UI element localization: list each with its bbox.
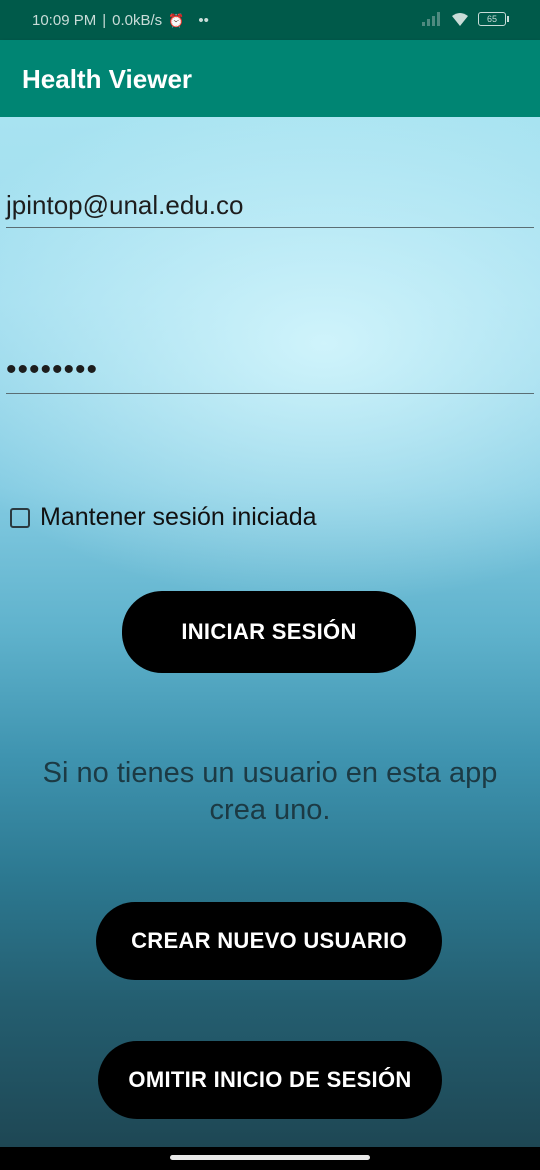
home-indicator[interactable]: [170, 1155, 370, 1160]
navigation-bar: [0, 1147, 540, 1170]
no-account-message: Si no tienes un usuario en esta app crea…: [0, 755, 540, 829]
network-speed: 0.0kB/s: [112, 12, 163, 29]
create-user-button[interactable]: CREAR NUEVO USUARIO: [96, 902, 442, 980]
keep-session-row[interactable]: Mantener sesión iniciada: [10, 503, 317, 532]
login-screen: jpintop@unal.edu.co •••••••• Mantener se…: [0, 117, 540, 1147]
app-title: Health Viewer: [22, 64, 193, 94]
email-field[interactable]: jpintop@unal.edu.co: [6, 187, 534, 228]
skip-login-button-label: OMITIR INICIO DE SESIÓN: [128, 1067, 412, 1092]
battery-icon: 65: [478, 12, 509, 26]
wifi-icon: [452, 13, 468, 26]
email-value: jpintop@unal.edu.co: [6, 190, 244, 220]
status-separator: |: [102, 12, 107, 29]
keep-session-checkbox[interactable]: [10, 507, 30, 528]
create-user-button-label: CREAR NUEVO USUARIO: [131, 928, 407, 953]
keep-session-label: Mantener sesión iniciada: [40, 503, 317, 531]
no-account-line-1: Si no tienes un usuario en esta app: [42, 757, 498, 789]
no-account-line-2: crea uno.: [209, 794, 331, 826]
password-value: ••••••••: [6, 353, 99, 386]
skip-login-button[interactable]: OMITIR INICIO DE SESIÓN: [98, 1041, 442, 1119]
status-bar: 10:09 PM | 0.0kB/s ⏰ •• 65: [0, 0, 540, 40]
signal-icon: [422, 12, 442, 26]
alarm-icon: ⏰: [168, 12, 185, 28]
status-time: 10:09 PM: [32, 12, 97, 29]
status-right: 65: [422, 11, 509, 27]
app-bar: Health Viewer: [0, 40, 540, 117]
password-field[interactable]: ••••••••: [6, 353, 534, 394]
login-button[interactable]: INICIAR SESIÓN: [122, 591, 416, 673]
notification-dots: ••: [198, 12, 209, 29]
login-button-label: INICIAR SESIÓN: [181, 619, 357, 644]
battery-level: 65: [486, 14, 497, 24]
status-left: 10:09 PM | 0.0kB/s ⏰ ••: [32, 12, 209, 29]
